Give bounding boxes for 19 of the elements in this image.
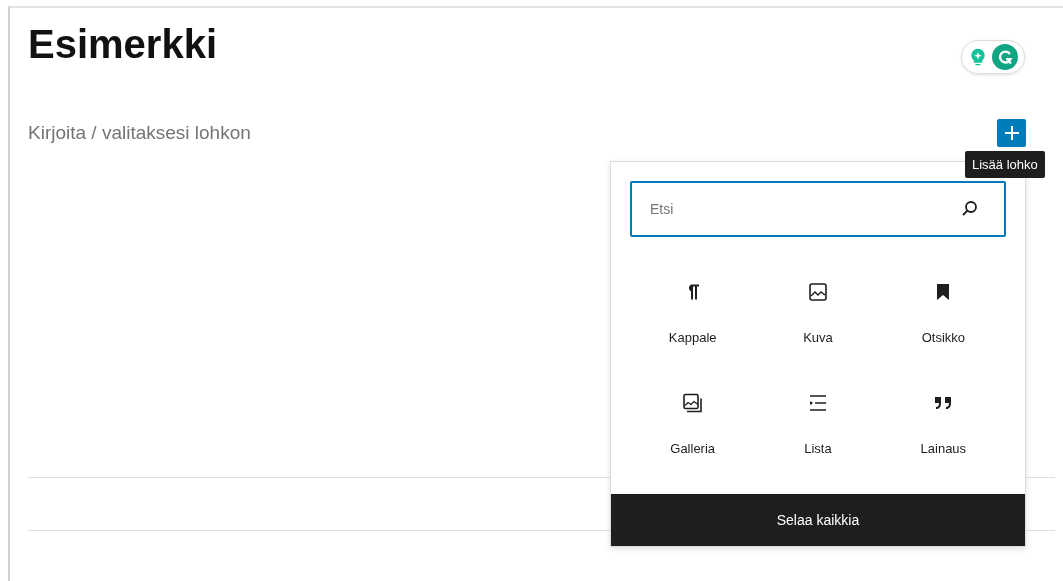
- block-option[interactable]: Kappale: [668, 330, 717, 345]
- gallery-icon: [683, 393, 703, 413]
- block-placeholder[interactable]: Kirjoita / valitaksesi lohkon: [28, 122, 251, 144]
- browse-all-button[interactable]: Selaa kaikkia: [611, 494, 1025, 546]
- block-option[interactable]: Lista: [804, 441, 832, 456]
- search-field[interactable]: Etsi: [630, 181, 1006, 237]
- image-icon: [809, 282, 827, 302]
- tooltip: Lisää lohko: [965, 151, 1045, 178]
- block-option[interactable]: Lainaus: [920, 441, 967, 456]
- grammarly-icon: [992, 44, 1018, 70]
- block-option[interactable]: Otsikko: [921, 330, 965, 345]
- add-block-button[interactable]: [997, 119, 1026, 147]
- block-option[interactable]: Galleria: [670, 441, 716, 456]
- block-option[interactable]: Kuva: [803, 330, 833, 345]
- list-icon: [810, 393, 826, 413]
- lightbulb-icon: [968, 46, 988, 68]
- plus-icon: [1004, 126, 1019, 140]
- post-title[interactable]: Esimerkki: [28, 22, 218, 66]
- bookmark-icon: [937, 282, 950, 302]
